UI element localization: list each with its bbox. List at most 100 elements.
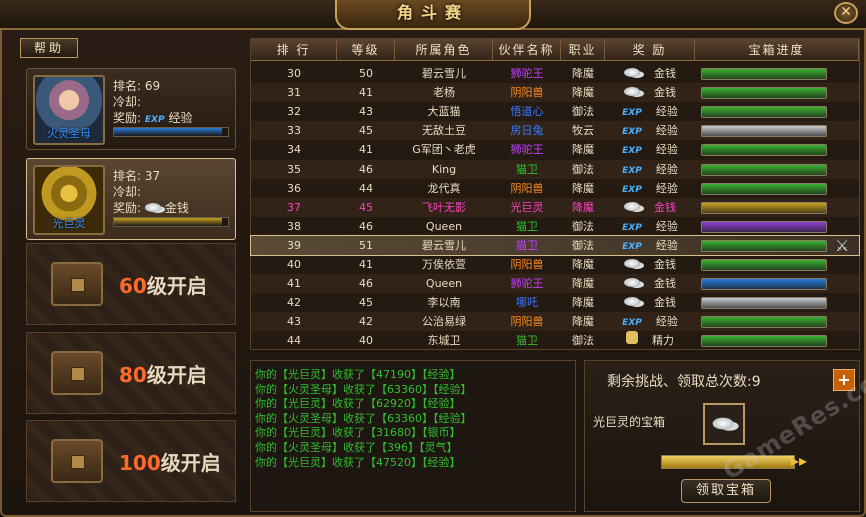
coin-icon xyxy=(712,417,734,430)
reward-text: 奖励: 金钱 xyxy=(113,201,189,215)
window-title: 角斗赛 xyxy=(335,0,531,30)
card-progress-bar xyxy=(113,217,229,227)
role-cell: 碧云雪儿 xyxy=(422,67,466,80)
lock-chest-icon xyxy=(51,351,103,395)
table-row[interactable]: 32 43 大蓝猫 悟道心 御法 EXP 经验 xyxy=(251,102,859,121)
partner-cell: 阴阳兽 xyxy=(510,258,544,271)
partner-cell: 狮驼王 xyxy=(510,277,544,291)
partner-card[interactable]: 光巨灵 排名: 37 冷却: 奖励: 金钱 xyxy=(26,158,236,240)
level-cell: 50 xyxy=(359,67,373,80)
role-cell: 老杨 xyxy=(433,86,455,100)
table-row[interactable]: 31 41 老杨 阴阳兽 降魔 金钱 xyxy=(251,83,859,103)
table-row[interactable]: 40 41 万俟依萱 阴阳兽 降魔 金钱 xyxy=(251,255,859,274)
reward-label: 金钱 xyxy=(654,258,676,271)
role-cell: Queen xyxy=(425,277,463,291)
unlock-label: 级开启 xyxy=(146,274,207,298)
rank-text: 排名: 69 xyxy=(113,79,161,93)
coin-icon xyxy=(624,68,640,77)
log-line: 你的【火灵圣母】收获了【63360】【经验】 xyxy=(255,411,472,425)
coin-icon xyxy=(624,297,640,307)
chest-progress-bar xyxy=(701,182,827,195)
crossed-swords-icon[interactable]: ⚔ xyxy=(835,236,849,255)
reward-cell: EXP 经验 xyxy=(605,236,695,255)
rank-cell: 43 xyxy=(287,315,301,329)
coin-icon xyxy=(624,259,640,268)
level-cell: 44 xyxy=(359,181,373,195)
reward-label: 经验 xyxy=(655,238,678,252)
log-line: 你的【火灵圣母】收获了【63360】【经验】 xyxy=(255,382,472,396)
chest-progress-bar xyxy=(701,239,827,252)
reward-label: 经验 xyxy=(655,143,678,157)
rank-cell: 39 xyxy=(287,238,301,252)
table-row[interactable]: 44 40 东城卫 猫卫 御法 精力 xyxy=(251,331,859,350)
rank-cell: 32 xyxy=(287,105,301,119)
unlock-label: 级开启 xyxy=(146,363,207,387)
level-cell: 51 xyxy=(359,238,373,252)
chest-progress-bar xyxy=(701,106,827,119)
partner-cell: 光巨灵 xyxy=(510,200,544,214)
table-row[interactable]: 42 45 李以南 哪吒 降魔 金钱 xyxy=(251,293,859,312)
claim-chest-button[interactable]: 领取宝箱 xyxy=(681,479,771,503)
reward-cell: 金钱 xyxy=(605,255,695,274)
reward-label: 金钱 xyxy=(654,67,676,80)
reward-cell: 金钱 xyxy=(605,198,695,217)
close-icon[interactable]: ✕ xyxy=(834,2,858,24)
job-cell: 降魔 xyxy=(572,315,594,329)
card-progress-bar xyxy=(113,127,229,137)
chest-progress-bar xyxy=(701,144,827,157)
chest-progress-bar xyxy=(701,220,827,233)
partner-cell: 阴阳兽 xyxy=(510,315,544,329)
partner-cell: 狮驼王 xyxy=(510,143,544,157)
reward-label: 经验 xyxy=(655,315,678,329)
chest-progress-bar xyxy=(701,201,827,214)
coin-icon xyxy=(624,87,640,97)
reward-log: 你的【光巨灵】收获了【47190】【经验】 你的【火灵圣母】收获了【63360】【… xyxy=(250,360,576,512)
log-line: 你的【火灵圣母】收获了【396】【灵气】 xyxy=(255,440,458,454)
job-cell: 御法 xyxy=(572,105,594,119)
reward-cell: 金钱 xyxy=(605,64,695,83)
locked-slot: 100级开启 xyxy=(26,420,236,502)
chest-progress-bar xyxy=(701,163,827,176)
job-cell: 御法 xyxy=(572,238,594,252)
reward-value: 经验 xyxy=(168,111,193,125)
unlock-level-text: 80级开启 xyxy=(119,359,207,388)
partner-cell: 悟道心 xyxy=(510,105,544,119)
partner-cell: 猫卫 xyxy=(516,334,538,348)
reward-cell: EXP 经验 xyxy=(605,312,695,331)
reward-cell: EXP 经验 xyxy=(605,217,695,236)
role-cell: King xyxy=(431,162,457,176)
job-cell: 降魔 xyxy=(572,143,594,157)
rank-cell: 33 xyxy=(287,124,301,138)
table-row[interactable]: 38 46 Queen 猫卫 御法 EXP 经验 xyxy=(251,217,859,236)
table-row[interactable]: 33 45 无敌土豆 房日兔 牧云 EXP 经验 xyxy=(251,121,859,141)
table-row[interactable]: 37 45 飞叶无影 光巨灵 降魔 金钱 xyxy=(251,197,859,217)
job-cell: 降魔 xyxy=(572,277,594,291)
unlock-level-text: 60级开启 xyxy=(119,270,207,299)
role-cell: 无敌土豆 xyxy=(422,124,466,138)
chest-progress-bar xyxy=(701,278,827,291)
role-cell: 万俟依萱 xyxy=(422,258,466,271)
role-cell: Queen xyxy=(425,219,463,233)
table-row[interactable]: 43 42 公治易绿 阴阳兽 降魔 EXP 经验 xyxy=(251,312,859,332)
unlock-level: 80 xyxy=(119,363,147,387)
level-cell: 46 xyxy=(359,162,373,176)
role-cell: G军团丶老虎 xyxy=(412,143,476,157)
chest-reward-slot[interactable] xyxy=(703,403,745,445)
column-header: 奖 励 xyxy=(605,39,695,61)
table-row[interactable]: 41 46 Queen 狮驼王 降魔 金钱 xyxy=(251,274,859,294)
unlock-level: 100 xyxy=(119,451,161,475)
table-row[interactable]: 30 50 碧云雪儿 狮驼王 降魔 金钱 xyxy=(251,64,859,83)
table-row[interactable]: 36 44 龙代真 阴阳兽 降魔 EXP 经验 xyxy=(251,179,859,198)
chest-panel: 剩余挑战、领取总次数:9 + 光巨灵的宝箱 ▸▸ 领取宝箱 xyxy=(584,360,860,512)
table-row[interactable]: 35 46 King 猫卫 御法 EXP 经验 xyxy=(251,159,859,179)
table-row[interactable]: 34 41 G军团丶老虎 狮驼王 降魔 EXP 经验 xyxy=(251,140,859,159)
chest-progress-bar xyxy=(701,87,827,100)
help-button[interactable]: 帮助 xyxy=(20,38,78,58)
partner-card[interactable]: 火灵圣母 排名: 69 冷却: 奖励: EXP 经验 xyxy=(26,68,236,150)
progress-arrows-icon: ▸▸ xyxy=(791,451,808,470)
partner-portrait: 光巨灵 xyxy=(33,165,105,235)
unlock-level: 60 xyxy=(119,274,147,298)
column-header: 宝箱进度 xyxy=(695,39,859,61)
table-row[interactable]: 39 51 碧云雪儿 猫卫 御法 EXP 经验 ⚔ xyxy=(250,234,860,256)
job-cell: 御法 xyxy=(572,334,594,348)
